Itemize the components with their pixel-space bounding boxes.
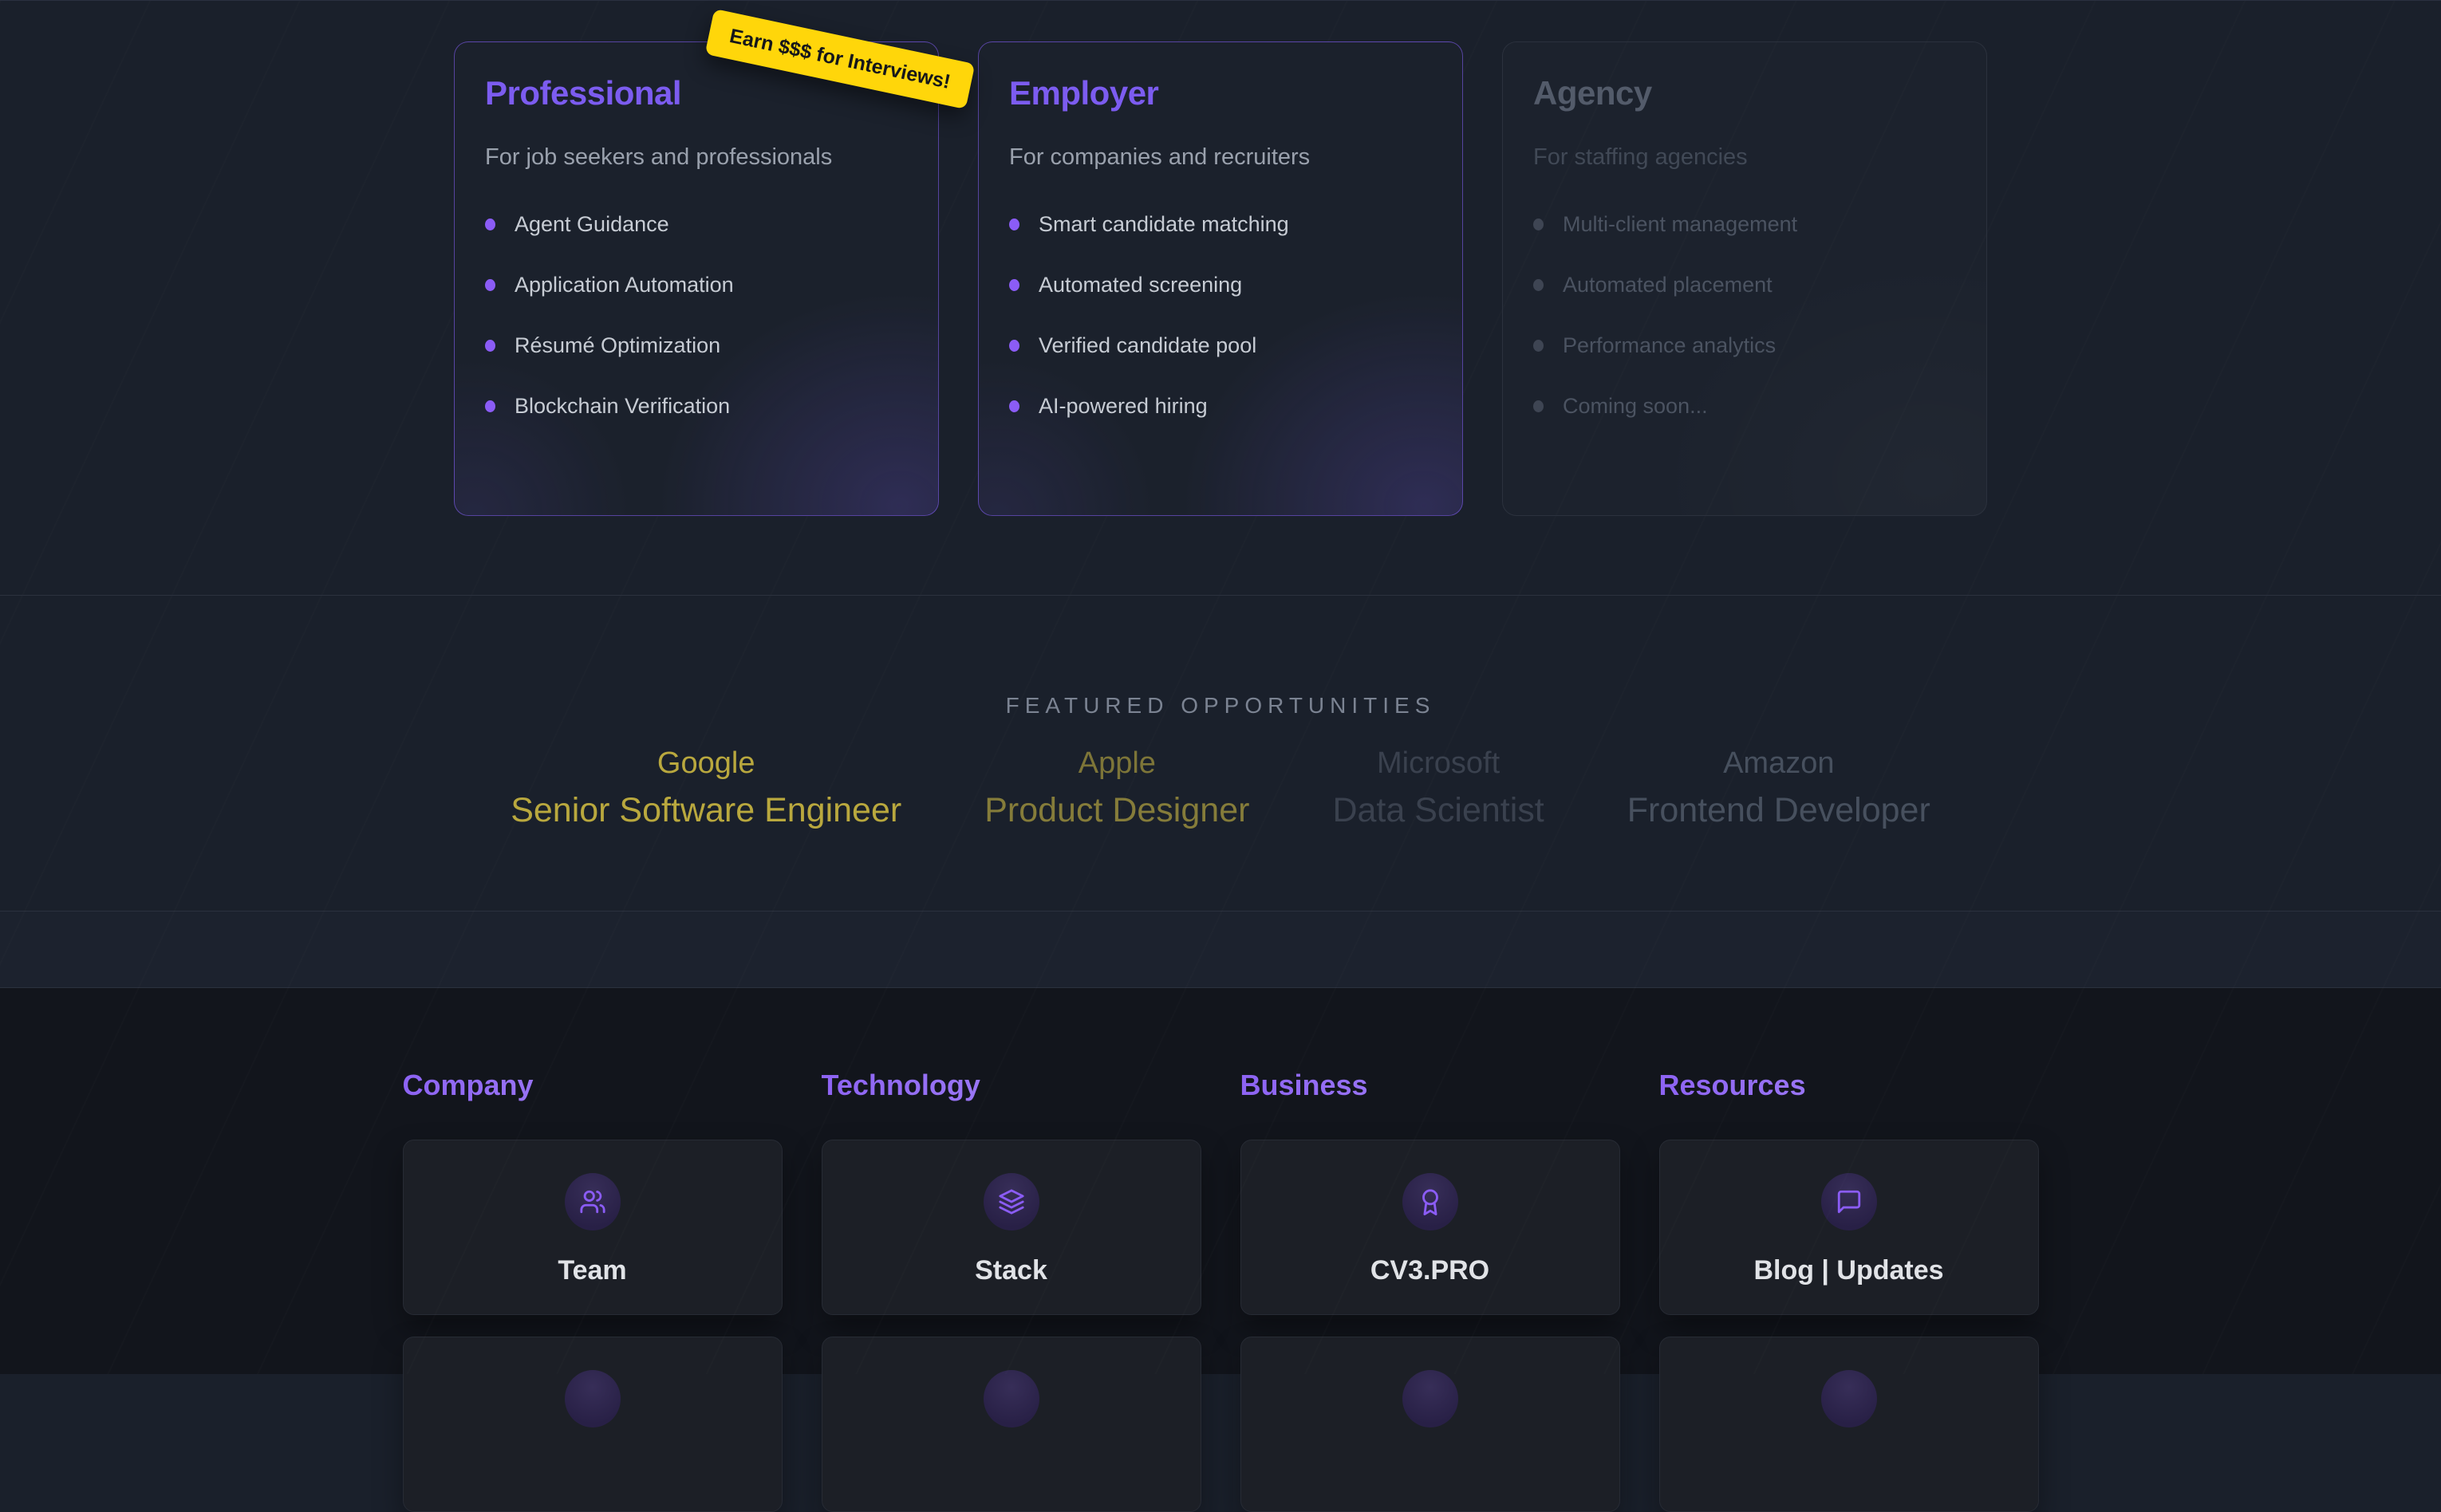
bullet-icon — [485, 340, 495, 352]
tile-label: Stack — [975, 1255, 1047, 1286]
featured-item-google[interactable]: Google Senior Software Engineer — [511, 745, 901, 831]
footer-grid: Company Team Technology — [403, 1068, 2039, 1512]
footer-heading: Business — [1240, 1068, 1620, 1103]
site-footer: Company Team Technology — [0, 988, 2441, 1374]
featured-role: Senior Software Engineer — [511, 789, 901, 831]
footer-tile-stack[interactable]: Stack — [822, 1140, 1201, 1315]
tile-label: Team — [558, 1255, 626, 1286]
plan-feature: Automated screening — [1009, 273, 1432, 297]
footer-heading: Company — [403, 1068, 783, 1103]
plan-feature: Verified candidate pool — [1009, 333, 1432, 358]
footer-heading: Resources — [1659, 1068, 2039, 1103]
layers-icon — [984, 1173, 1039, 1230]
tile-icon — [1402, 1370, 1458, 1427]
tile-icon — [1821, 1370, 1877, 1427]
featured-company: Google — [511, 745, 901, 782]
tile-icon — [565, 1370, 621, 1427]
plan-feature: Résumé Optimization — [485, 333, 908, 358]
plans-section: Earn $$$ for Interviews! Professional Fo… — [0, 0, 2441, 596]
featured-company: Amazon — [1627, 745, 1930, 782]
footer-tile-partial[interactable] — [822, 1337, 1201, 1512]
featured-title: FEATURED OPPORTUNITIES — [0, 691, 2441, 721]
footer-tile-blog[interactable]: Blog | Updates — [1659, 1140, 2039, 1315]
plan-feature: Smart candidate matching — [1009, 212, 1432, 237]
plan-card-professional[interactable]: Earn $$$ for Interviews! Professional Fo… — [454, 41, 939, 516]
bullet-icon — [1533, 219, 1544, 230]
plan-feature: Coming soon... — [1533, 394, 1956, 419]
bullet-icon — [1533, 279, 1544, 291]
award-icon — [1402, 1173, 1458, 1230]
plan-feature: Agent Guidance — [485, 212, 908, 237]
featured-section: FEATURED OPPORTUNITIES Google Senior Sof… — [0, 596, 2441, 912]
plan-description: For companies and recruiters — [1009, 144, 1432, 171]
plans-grid: Earn $$$ for Interviews! Professional Fo… — [454, 41, 1987, 516]
featured-item-microsoft[interactable]: Microsoft Data Scientist — [1332, 745, 1544, 831]
plan-feature: Automated placement — [1533, 273, 1956, 297]
plan-feature: Application Automation — [485, 273, 908, 297]
featured-company: Apple — [984, 745, 1249, 782]
footer-tile-cv3pro[interactable]: CV3.PRO — [1240, 1140, 1620, 1315]
tile-icon — [984, 1370, 1039, 1427]
footer-column-company: Company Team — [403, 1068, 783, 1512]
plan-description: For job seekers and professionals — [485, 144, 908, 171]
plan-card-employer[interactable]: Employer For companies and recruiters Sm… — [978, 41, 1463, 516]
bullet-icon — [1533, 400, 1544, 412]
plan-feature-list: Agent Guidance Application Automation Ré… — [485, 212, 908, 419]
plan-description: For staffing agencies — [1533, 144, 1956, 171]
plan-feature: Performance analytics — [1533, 333, 1956, 358]
featured-role: Data Scientist — [1332, 789, 1544, 831]
footer-tile-partial[interactable] — [403, 1337, 783, 1512]
footer-column-business: Business CV3.PRO — [1240, 1068, 1620, 1512]
plan-card-agency: Agency For staffing agencies Multi-clien… — [1502, 41, 1987, 516]
featured-item-apple[interactable]: Apple Product Designer — [984, 745, 1249, 831]
plan-title: Agency — [1533, 74, 1956, 112]
plan-feature: Multi-client management — [1533, 212, 1956, 237]
message-icon — [1821, 1173, 1877, 1230]
section-divider-band — [0, 912, 2441, 988]
bullet-icon — [1009, 219, 1019, 230]
footer-tile-partial[interactable] — [1240, 1337, 1620, 1512]
bullet-icon — [1009, 279, 1019, 291]
bullet-icon — [485, 279, 495, 291]
bullet-icon — [485, 400, 495, 412]
footer-tile-team[interactable]: Team — [403, 1140, 783, 1315]
featured-company: Microsoft — [1332, 745, 1544, 782]
bullet-icon — [1009, 340, 1019, 352]
footer-column-resources: Resources Blog | Updates — [1659, 1068, 2039, 1512]
users-icon — [565, 1173, 621, 1230]
plan-feature: AI-powered hiring — [1009, 394, 1432, 419]
bullet-icon — [485, 219, 495, 230]
plan-title: Employer — [1009, 74, 1432, 112]
bullet-icon — [1533, 340, 1544, 352]
tile-label: Blog | Updates — [1753, 1255, 1943, 1286]
bullet-icon — [1009, 400, 1019, 412]
featured-item-amazon[interactable]: Amazon Frontend Developer — [1627, 745, 1930, 831]
plan-feature-list: Multi-client management Automated placem… — [1533, 212, 1956, 419]
plan-feature-list: Smart candidate matching Automated scree… — [1009, 212, 1432, 419]
tile-label: CV3.PRO — [1370, 1255, 1489, 1286]
footer-tile-partial[interactable] — [1659, 1337, 2039, 1512]
featured-role: Frontend Developer — [1627, 789, 1930, 831]
footer-column-technology: Technology Stack — [822, 1068, 1201, 1512]
featured-row: Google Senior Software Engineer Apple Pr… — [0, 745, 2441, 831]
featured-role: Product Designer — [984, 789, 1249, 831]
plan-feature: Blockchain Verification — [485, 394, 908, 419]
footer-heading: Technology — [822, 1068, 1201, 1103]
